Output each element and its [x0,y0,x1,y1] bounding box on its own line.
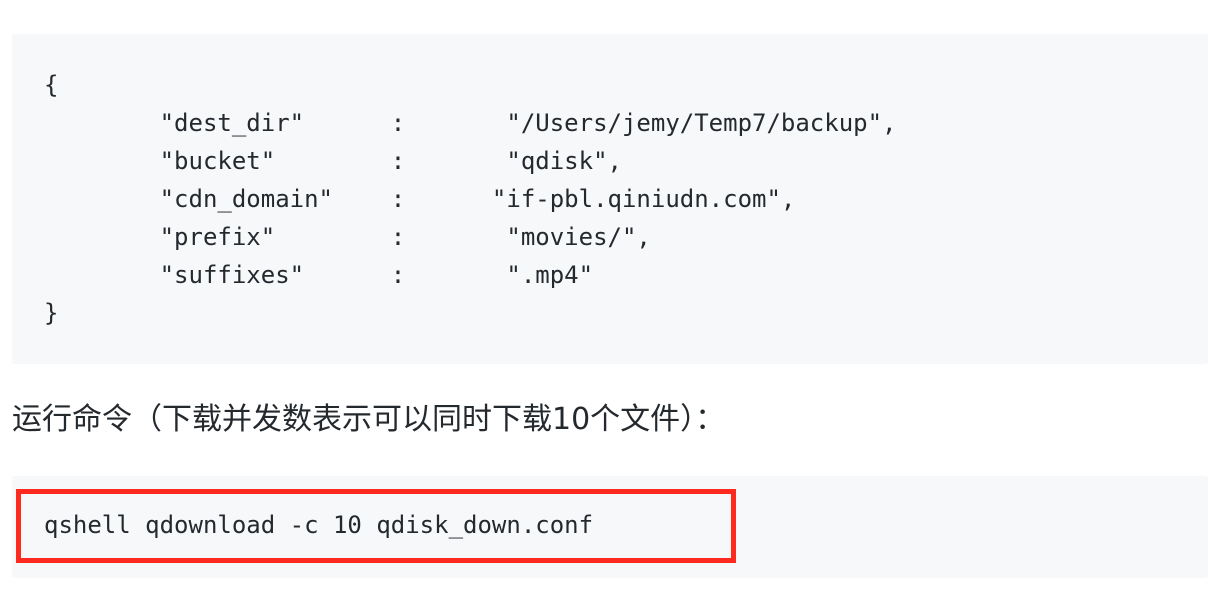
code-line-prefix: "prefix" : "movies/", [44,223,651,251]
code-line-bucket: "bucket" : "qdisk", [44,147,622,175]
code-line-dest-dir: "dest_dir" : "/Users/jemy/Temp7/backup", [44,109,897,137]
code-line-suffixes: "suffixes" : ".mp4" [44,261,594,289]
page: { "dest_dir" : "/Users/jemy/Temp7/backup… [0,0,1208,596]
code-line-cdn-domain: "cdn_domain" : "if-pbl.qiniudn.com", [44,185,796,213]
config-code: { "dest_dir" : "/Users/jemy/Temp7/backup… [44,66,897,332]
command-text: qshell qdownload -c 10 qdisk_down.conf [44,511,594,539]
run-command-paragraph: 运行命令（下载并发数表示可以同时下载10个文件）： [12,402,726,437]
code-line-open-brace: { [44,71,59,99]
code-line-close-brace: } [44,299,59,327]
